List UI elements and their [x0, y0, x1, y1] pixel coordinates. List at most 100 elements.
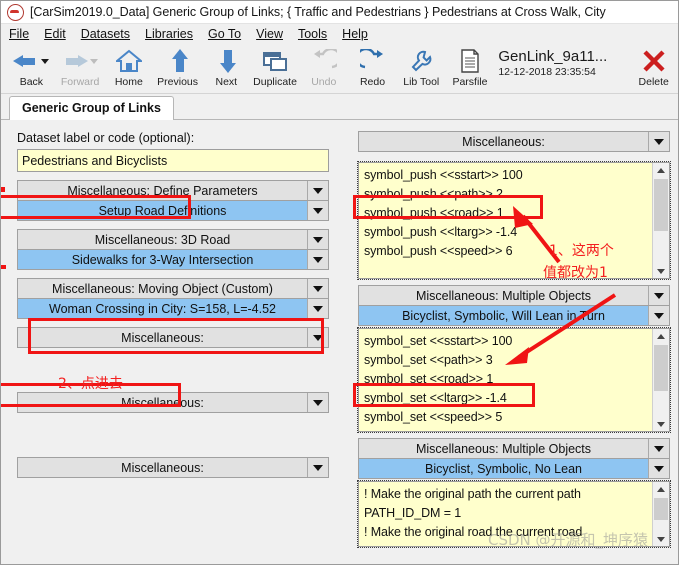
duplicate-icon	[257, 46, 293, 76]
menu-item-file[interactable]: File	[9, 26, 37, 42]
right-selection-2[interactable]: Bicyclist, Symbolic, No Lean	[358, 458, 670, 479]
toolbar: Back Forward Home Previous Next Duplicat…	[1, 44, 678, 94]
arrow-left-icon	[13, 46, 50, 76]
dataset-label-input[interactable]: Pedestrians and Bicyclists	[17, 149, 329, 172]
vertical-scrollbar-1[interactable]	[652, 329, 669, 431]
chevron-down-icon[interactable]	[307, 279, 328, 298]
code-line: symbol_push <<road>> 1	[364, 206, 504, 220]
document-icon	[452, 46, 488, 76]
left-category-3[interactable]: Miscellaneous:	[17, 327, 329, 348]
toolbar-button-lib-tool[interactable]: Lib Tool	[397, 46, 446, 88]
left-selection-2[interactable]: Woman Crossing in City: S=158, L=-4.52	[17, 298, 329, 319]
menu-item-help[interactable]: Help	[342, 26, 376, 42]
annotation-edge-mark-top	[1, 187, 5, 192]
chevron-down-icon[interactable]	[307, 393, 328, 412]
scroll-track[interactable]	[653, 496, 669, 532]
undo-icon	[306, 46, 342, 76]
chevron-down-icon[interactable]	[307, 299, 328, 318]
toolbar-button-back[interactable]: Back	[7, 46, 56, 88]
vertical-scrollbar-2[interactable]	[652, 482, 669, 546]
menu-item-view[interactable]: View	[256, 26, 291, 42]
code-line: PATH_ID_DM = 1	[364, 506, 462, 520]
scroll-track[interactable]	[653, 177, 669, 264]
left-category-2[interactable]: Miscellaneous: Moving Object (Custom)	[17, 278, 329, 299]
toolbar-button-parsfile[interactable]: Parsfile	[446, 46, 495, 88]
code-line: symbol_set <<path>> 3	[364, 353, 493, 367]
chevron-down-icon[interactable]	[648, 459, 669, 478]
right-category-0[interactable]: Miscellaneous:	[358, 131, 670, 152]
chevron-down-icon[interactable]	[307, 458, 328, 477]
menu-item-edit[interactable]: Edit	[44, 26, 74, 42]
code-line: symbol_set <<sstart>> 100	[364, 334, 513, 348]
scroll-track[interactable]	[653, 343, 669, 417]
menu-item-tools[interactable]: Tools	[298, 26, 335, 42]
toolbar-delete-label: Delete	[638, 76, 669, 88]
code-lines-2: ! Make the original path the current pat…	[359, 482, 652, 546]
x-close-icon	[636, 46, 672, 76]
left-category-1[interactable]: Miscellaneous: 3D Road	[17, 229, 329, 250]
right-selection-1[interactable]: Bicyclist, Symbolic, Will Lean in Turn	[358, 305, 670, 326]
left-category-4-label: Miscellaneous:	[18, 393, 307, 412]
scroll-down-icon[interactable]	[653, 532, 669, 546]
left-category-5[interactable]: Miscellaneous:	[17, 457, 329, 478]
left-category-4[interactable]: Miscellaneous:	[17, 392, 329, 413]
left-category-0[interactable]: Miscellaneous: Define Parameters	[17, 180, 329, 201]
toolbar-button-home[interactable]: Home	[104, 46, 153, 88]
scroll-thumb[interactable]	[654, 498, 668, 520]
code-editor-0[interactable]: symbol_push <<sstart>> 100 symbol_push <…	[357, 161, 671, 280]
vertical-scrollbar-0[interactable]	[652, 163, 669, 278]
menu-item-datasets[interactable]: Datasets	[81, 26, 138, 42]
menu-item-goto[interactable]: Go To	[208, 26, 249, 42]
toolbar-button-undo[interactable]: Undo	[299, 46, 348, 88]
scroll-thumb[interactable]	[654, 345, 668, 391]
toolbar-home-label: Home	[114, 76, 143, 88]
code-editor-1[interactable]: symbol_set <<sstart>> 100 symbol_set <<p…	[357, 327, 671, 433]
right-category-0-label: Miscellaneous:	[359, 132, 648, 151]
toolbar-button-redo[interactable]: Redo	[348, 46, 397, 88]
parsfile-info: GenLink_9a11... 12-12-2018 23:35:54	[498, 48, 607, 78]
toolbar-button-next[interactable]: Next	[202, 46, 251, 88]
toolbar-button-delete[interactable]: Delete	[629, 46, 678, 88]
chevron-down-icon[interactable]	[307, 230, 328, 249]
left-selection-0[interactable]: Setup Road Definitions	[17, 200, 329, 221]
right-category-2[interactable]: Miscellaneous: Multiple Objects	[358, 438, 670, 459]
menu-item-libraries[interactable]: Libraries	[145, 26, 201, 42]
toolbar-button-previous[interactable]: Previous	[153, 46, 202, 88]
right-selection-1-label: Bicyclist, Symbolic, Will Lean in Turn	[359, 306, 648, 325]
toolbar-button-duplicate[interactable]: Duplicate	[251, 46, 300, 88]
chevron-down-icon[interactable]	[307, 201, 328, 220]
chevron-down-icon[interactable]	[307, 181, 328, 200]
chevron-down-icon[interactable]	[648, 286, 669, 305]
chevron-down-icon[interactable]	[648, 132, 669, 151]
code-line: symbol_push <<path>> 2	[364, 187, 503, 201]
code-line: ! Make the original road the current roa…	[364, 525, 583, 539]
left-category-3-label: Miscellaneous:	[18, 328, 307, 347]
chevron-down-icon[interactable]	[307, 328, 328, 347]
toolbar-next-label: Next	[215, 76, 238, 88]
chevron-down-icon[interactable]	[648, 306, 669, 325]
code-line: symbol_push <<sstart>> 100	[364, 168, 523, 182]
toolbar-button-forward[interactable]: Forward	[56, 46, 105, 88]
scroll-thumb[interactable]	[654, 179, 668, 231]
scroll-up-icon[interactable]	[653, 329, 669, 343]
arrow-right-icon	[62, 46, 99, 76]
toolbar-forward-label: Forward	[60, 76, 100, 88]
code-line: symbol_set <<speed>> 5	[364, 410, 503, 424]
carsim-window: [CarSim2019.0_Data] Generic Group of Lin…	[0, 0, 679, 565]
carsim-car-icon	[7, 3, 24, 21]
left-selection-1[interactable]: Sidewalks for 3-Way Intersection	[17, 249, 329, 270]
scroll-down-icon[interactable]	[653, 417, 669, 431]
scroll-up-icon[interactable]	[653, 163, 669, 177]
scroll-up-icon[interactable]	[653, 482, 669, 496]
code-editor-2[interactable]: ! Make the original path the current pat…	[357, 480, 671, 548]
chevron-down-icon[interactable]	[648, 439, 669, 458]
scroll-down-icon[interactable]	[653, 264, 669, 278]
right-category-1[interactable]: Miscellaneous: Multiple Objects	[358, 285, 670, 306]
parsfile-name: GenLink_9a11...	[498, 48, 608, 65]
left-column: Dataset label or code (optional): Pedest…	[9, 123, 347, 564]
chevron-down-icon[interactable]	[307, 250, 328, 269]
code-lines-1: symbol_set <<sstart>> 100 symbol_set <<p…	[359, 329, 652, 431]
dataset-label-caption: Dataset label or code (optional):	[17, 131, 195, 145]
right-selection-2-label: Bicyclist, Symbolic, No Lean	[359, 459, 648, 478]
tab-generic-group-of-links[interactable]: Generic Group of Links	[9, 96, 174, 120]
